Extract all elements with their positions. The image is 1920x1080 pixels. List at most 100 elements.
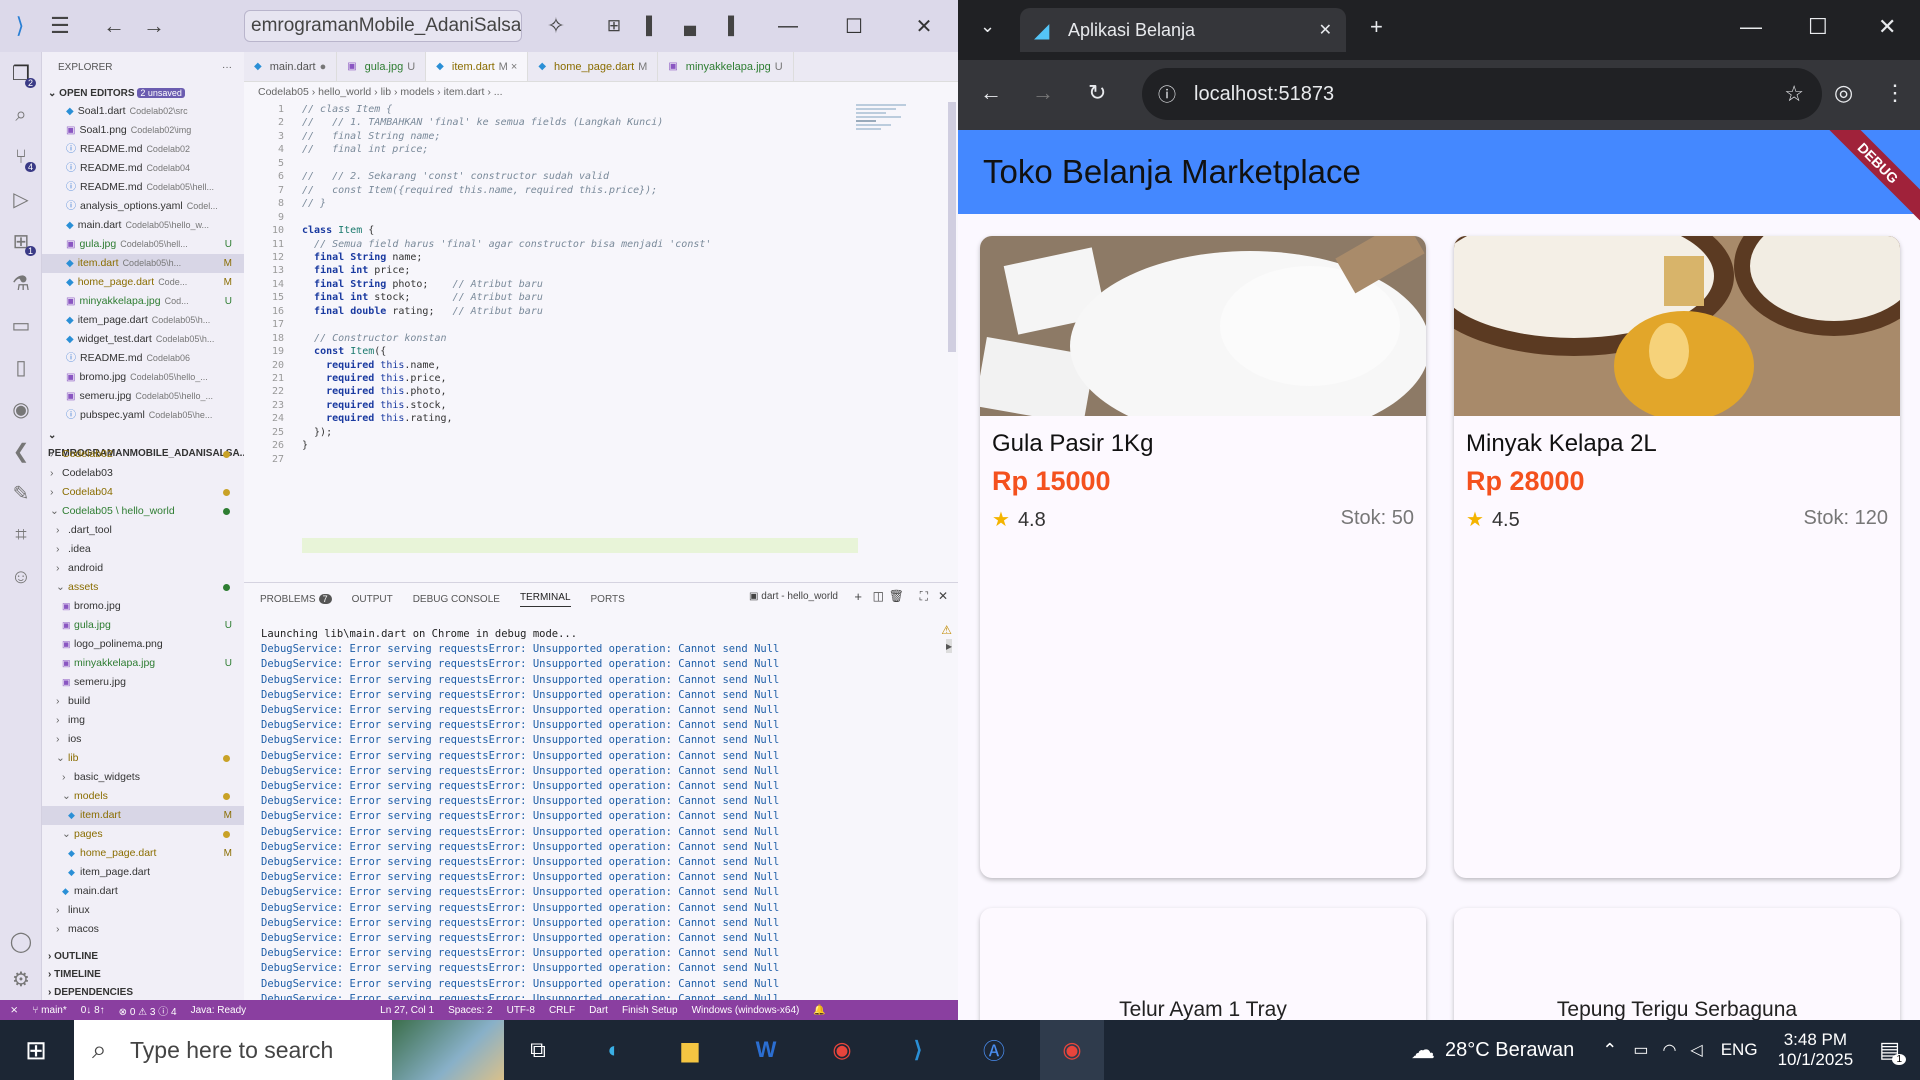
more-actions-icon[interactable]: ··· bbox=[222, 52, 232, 84]
tree-item[interactable]: ▣ gula.jpg U bbox=[42, 616, 244, 635]
open-editor-item[interactable]: ⓘ README.md Codelab02 bbox=[42, 140, 244, 159]
problems-status[interactable]: ⊗ 0 ⚠ 3 ⓘ 4 bbox=[119, 1003, 177, 1018]
tree-item[interactable]: › .idea bbox=[42, 540, 244, 559]
breadcrumb[interactable]: Codelab05 › hello_world › lib › models ›… bbox=[244, 82, 958, 102]
panel-tab-ports[interactable]: PORTS bbox=[591, 594, 625, 605]
chrome-taskbar-icon[interactable]: ◉ bbox=[1040, 1020, 1104, 1080]
site-info-icon[interactable]: ⓘ bbox=[1158, 81, 1176, 107]
weather-text[interactable]: 28°C Berawan bbox=[1445, 1039, 1574, 1062]
chrome-close-button[interactable]: ✕ bbox=[1878, 14, 1896, 40]
java-status[interactable]: Java: Ready bbox=[191, 1005, 247, 1016]
tree-item[interactable]: › img bbox=[42, 711, 244, 730]
source-control-icon[interactable]: ⑂ 4 bbox=[0, 136, 42, 178]
flutter-icon[interactable]: ❮ bbox=[0, 430, 42, 472]
explorer-icon[interactable]: ❐ 2 bbox=[0, 52, 42, 94]
account-icon[interactable]: ◯ bbox=[0, 920, 42, 962]
open-editor-item[interactable]: ▣ semeru.jpg Codelab05\hello_... bbox=[42, 387, 244, 406]
chrome-profile-icon[interactable]: ◉ bbox=[812, 1020, 872, 1080]
wifi-icon[interactable]: ◠ bbox=[1662, 1040, 1676, 1060]
tree-item[interactable]: ⌄ lib bbox=[42, 749, 244, 768]
indentation-status[interactable]: Spaces: 2 bbox=[448, 1005, 492, 1016]
open-editor-item[interactable]: ▣ minyakkelapa.jpg Cod... U bbox=[42, 292, 244, 311]
chrome-tab[interactable]: ◢ Aplikasi Belanja ✕ bbox=[1020, 8, 1346, 52]
minimize-button[interactable]: — bbox=[760, 0, 816, 52]
open-editor-item[interactable]: ◆ Soal1.dart Codelab02\src bbox=[42, 102, 244, 121]
layout-icon[interactable]: ⊞ bbox=[594, 0, 634, 52]
branch-status[interactable]: ⑂ main* bbox=[32, 1005, 66, 1016]
code-editor[interactable]: 1 // class Item {2 // // 1. TAMBAHKAN 'fin… bbox=[244, 102, 958, 580]
back-arrow-icon[interactable]: ← bbox=[94, 0, 134, 52]
eol-status[interactable]: CRLF bbox=[549, 1005, 575, 1016]
open-editor-item[interactable]: ◆ item.dart Codelab05\h... M bbox=[42, 254, 244, 273]
open-editor-item[interactable]: ⓘ analysis_options.yaml Codel... bbox=[42, 197, 244, 216]
run-debug-icon[interactable]: ▷ bbox=[0, 178, 42, 220]
close-panel-icon[interactable]: ✕ bbox=[938, 589, 948, 603]
terminal-selector[interactable]: ▣ dart - hello_world bbox=[749, 591, 838, 602]
outline-section[interactable]: › OUTLINE bbox=[42, 948, 98, 966]
tree-item[interactable]: ◆ main.dart bbox=[42, 882, 244, 901]
language-status[interactable]: Dart bbox=[589, 1005, 608, 1016]
tab-search-icon[interactable]: ⌄ bbox=[980, 16, 995, 37]
language-indicator[interactable]: ENG bbox=[1721, 1040, 1758, 1060]
notifications-bell-icon[interactable]: 🔔 bbox=[813, 1005, 825, 1016]
edit-icon[interactable]: ✎ bbox=[0, 472, 42, 514]
settings-gear-icon[interactable]: ⚙ bbox=[0, 958, 42, 1000]
cursor-position[interactable]: Ln 27, Col 1 bbox=[380, 1005, 434, 1016]
tree-item[interactable]: ◆ item.dart M bbox=[42, 806, 244, 825]
scan-icon[interactable]: ⌗ bbox=[0, 514, 42, 556]
chrome-minimize-button[interactable]: — bbox=[1740, 14, 1762, 40]
new-terminal-icon[interactable]: + bbox=[854, 589, 862, 604]
file-explorer-icon[interactable]: ▆ bbox=[660, 1020, 720, 1080]
task-view-icon[interactable]: ⧉ bbox=[508, 1020, 568, 1080]
tree-item[interactable]: › android bbox=[42, 559, 244, 578]
open-editor-item[interactable]: ⓘ README.md Codelab04 bbox=[42, 159, 244, 178]
menu-icon[interactable]: ☰ bbox=[40, 0, 80, 52]
open-editor-item[interactable]: ◆ home_page.dart Code... M bbox=[42, 273, 244, 292]
trash-icon[interactable]: 🗑 bbox=[889, 589, 904, 603]
taskbar-search[interactable]: ⌕ Type here to search bbox=[74, 1020, 504, 1080]
toggle-panel-icon[interactable]: ▄ bbox=[670, 0, 710, 52]
tree-item[interactable]: › macos bbox=[42, 920, 244, 939]
workspace-section[interactable]: ⌄ PEMROGRAMANMOBILE_ADANISALSA... bbox=[42, 427, 244, 459]
open-editor-item[interactable]: ◆ widget_test.dart Codelab05\h... bbox=[42, 330, 244, 349]
toggle-secondary-sidebar-icon[interactable]: ▐ bbox=[708, 0, 748, 52]
editor-tab[interactable]: ◆ main.dart ● bbox=[244, 52, 338, 81]
copilot-icon[interactable]: ✧ bbox=[536, 0, 576, 52]
tree-item[interactable]: ⌄ models bbox=[42, 787, 244, 806]
open-editor-item[interactable]: ◆ main.dart Codelab05\hello_w... bbox=[42, 216, 244, 235]
encoding-status[interactable]: UTF-8 bbox=[507, 1005, 535, 1016]
tree-item[interactable]: › linux bbox=[42, 901, 244, 920]
vscode-taskbar-icon[interactable]: ⟩ bbox=[888, 1020, 948, 1080]
tree-item[interactable]: ⌄ assets bbox=[42, 578, 244, 597]
minimap[interactable] bbox=[856, 102, 938, 162]
tree-item[interactable]: ⌄ pages bbox=[42, 825, 244, 844]
tray-chevron-icon[interactable]: ⌃ bbox=[1602, 1040, 1617, 1061]
editor-tab[interactable]: ▣ gula.jpg U bbox=[337, 52, 427, 81]
copilot-chat-icon[interactable]: ☺ bbox=[0, 556, 42, 598]
new-tab-icon[interactable]: + bbox=[1370, 14, 1383, 40]
battery-icon[interactable]: ▭ bbox=[1633, 1040, 1648, 1060]
product-card[interactable]: Tepung Terigu Serbaguna bbox=[1454, 908, 1900, 1020]
terminal-output[interactable]: Launching lib\main.dart on Chrome in deb… bbox=[261, 627, 951, 1007]
profile-icon[interactable]: ◎ bbox=[1834, 80, 1853, 106]
editor-tab[interactable]: ◆ item.dart M × bbox=[426, 52, 529, 81]
remote-icon[interactable]: ⨯ bbox=[10, 1005, 18, 1016]
panel-tab-problems[interactable]: PROBLEMS 7 bbox=[260, 593, 332, 605]
close-button[interactable]: ✕ bbox=[896, 0, 952, 52]
tree-item[interactable]: ◆ home_page.dart M bbox=[42, 844, 244, 863]
editor-tab[interactable]: ▣ minyakkelapa.jpg U bbox=[658, 52, 794, 81]
extensions-icon[interactable]: ⊞ 1 bbox=[0, 220, 42, 262]
editor-scrollbar[interactable] bbox=[948, 102, 956, 352]
clock[interactable]: 3:48 PM 10/1/2025 bbox=[1778, 1030, 1854, 1070]
remote-explorer-icon[interactable]: ▭ bbox=[0, 304, 42, 346]
tree-item[interactable]: › build bbox=[42, 692, 244, 711]
testing-icon[interactable]: ⚗ bbox=[0, 262, 42, 304]
command-center-search[interactable]: emrogramanMobile_AdaniSalsabila bbox=[244, 10, 522, 42]
open-editor-item[interactable]: ▣ gula.jpg Codelab05\hell... U bbox=[42, 235, 244, 254]
dependencies-section[interactable]: › DEPENDENCIES bbox=[42, 984, 133, 1000]
github-icon[interactable]: ◉ bbox=[0, 388, 42, 430]
tab-close-icon[interactable]: ✕ bbox=[1319, 20, 1332, 40]
forward-arrow-icon[interactable]: → bbox=[134, 0, 174, 52]
tree-item[interactable]: ▣ minyakkelapa.jpg U bbox=[42, 654, 244, 673]
bookmark-star-icon[interactable]: ☆ bbox=[1784, 81, 1804, 107]
